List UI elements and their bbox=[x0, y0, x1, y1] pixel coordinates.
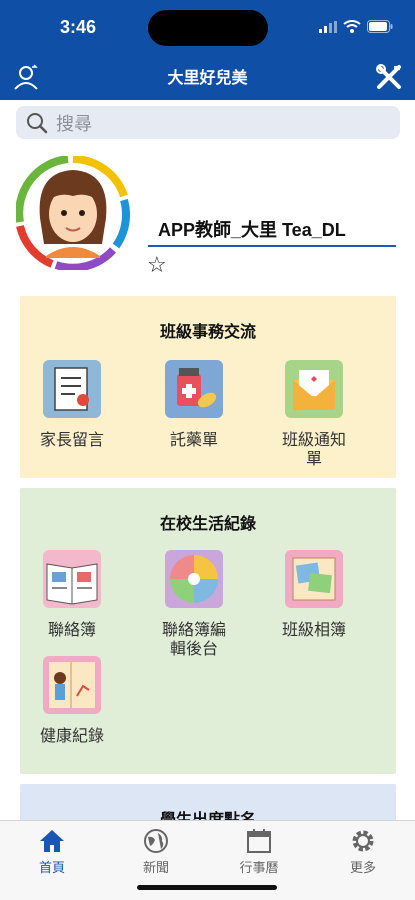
tile-label: 家長留言 bbox=[40, 430, 105, 449]
tile-health-record[interactable]: 健康紀錄 bbox=[32, 656, 112, 745]
tile-class-album[interactable]: 班級相簿 bbox=[274, 550, 354, 639]
tile-class-notice[interactable]: 班級通知單 bbox=[274, 360, 354, 468]
battery-icon bbox=[367, 20, 393, 33]
section-title: 在校生活紀錄 bbox=[159, 514, 256, 533]
tile-parent-message[interactable]: 家長留言 bbox=[32, 360, 112, 449]
profile-name: APP教師_大里 Tea_DL bbox=[158, 220, 346, 240]
tab-home[interactable]: 首頁 bbox=[12, 827, 92, 876]
search-input[interactable]: 搜尋 bbox=[16, 106, 400, 139]
home-indicator bbox=[137, 885, 277, 890]
tab-label: 首頁 bbox=[38, 861, 65, 876]
tab-news[interactable]: 新聞 bbox=[116, 827, 196, 876]
tile-label: 聯絡簿編輯後台 bbox=[162, 620, 227, 658]
tile-label: 班級通知單 bbox=[282, 430, 347, 468]
dynamic-island bbox=[148, 10, 268, 46]
tile-label: 聯絡簿 bbox=[47, 620, 96, 639]
tile-label: 託藥單 bbox=[169, 430, 218, 449]
parent-message-icon bbox=[43, 360, 101, 418]
contact-book-icon bbox=[43, 550, 101, 608]
search-icon bbox=[27, 112, 48, 133]
tile-contact-book-admin[interactable]: 聯絡簿編輯後台 bbox=[154, 550, 234, 658]
nav-title: 大里好兒美 bbox=[167, 68, 248, 87]
wifi-icon bbox=[343, 20, 361, 33]
calendar-icon bbox=[247, 829, 271, 853]
section-class-affairs: 班級事務交流 家長留言 託藥單 班級通知單 bbox=[20, 296, 396, 478]
tab-label: 行事曆 bbox=[239, 861, 279, 876]
section-school-life: 在校生活紀錄 聯絡簿 聯絡簿編輯後台 班級相簿 健康紀錄 bbox=[20, 488, 396, 774]
status-icons bbox=[319, 20, 393, 33]
medicine-form-icon bbox=[165, 360, 223, 418]
avatar[interactable] bbox=[16, 156, 130, 270]
star-outline-icon[interactable]: ☆ bbox=[147, 255, 167, 277]
tab-label: 更多 bbox=[349, 861, 376, 876]
gear-icon bbox=[352, 830, 374, 852]
home-icon bbox=[40, 830, 64, 852]
tools-icon[interactable] bbox=[375, 63, 403, 91]
tab-calendar[interactable]: 行事曆 bbox=[219, 827, 299, 876]
signal-icon bbox=[319, 20, 337, 33]
tile-medicine-form[interactable]: 託藥單 bbox=[154, 360, 234, 449]
tab-bar: 首頁 新聞 行事曆 更多 bbox=[0, 820, 415, 900]
app-header: 3:46 大里好兒美 bbox=[0, 0, 415, 100]
tile-contact-book[interactable]: 聯絡簿 bbox=[32, 550, 112, 639]
section-title: 班級事務交流 bbox=[159, 322, 256, 341]
tile-label: 班級相簿 bbox=[282, 620, 347, 639]
status-time: 3:46 bbox=[60, 17, 97, 37]
search-placeholder: 搜尋 bbox=[56, 113, 92, 135]
contact-book-admin-icon bbox=[165, 550, 223, 608]
class-notice-icon bbox=[285, 360, 343, 418]
globe-icon bbox=[144, 829, 168, 853]
name-underline bbox=[148, 245, 396, 247]
tab-more[interactable]: 更多 bbox=[323, 827, 403, 876]
tile-label: 健康紀錄 bbox=[40, 726, 105, 745]
class-album-icon bbox=[285, 550, 343, 608]
tab-label: 新聞 bbox=[142, 861, 169, 876]
health-record-icon bbox=[43, 656, 101, 714]
